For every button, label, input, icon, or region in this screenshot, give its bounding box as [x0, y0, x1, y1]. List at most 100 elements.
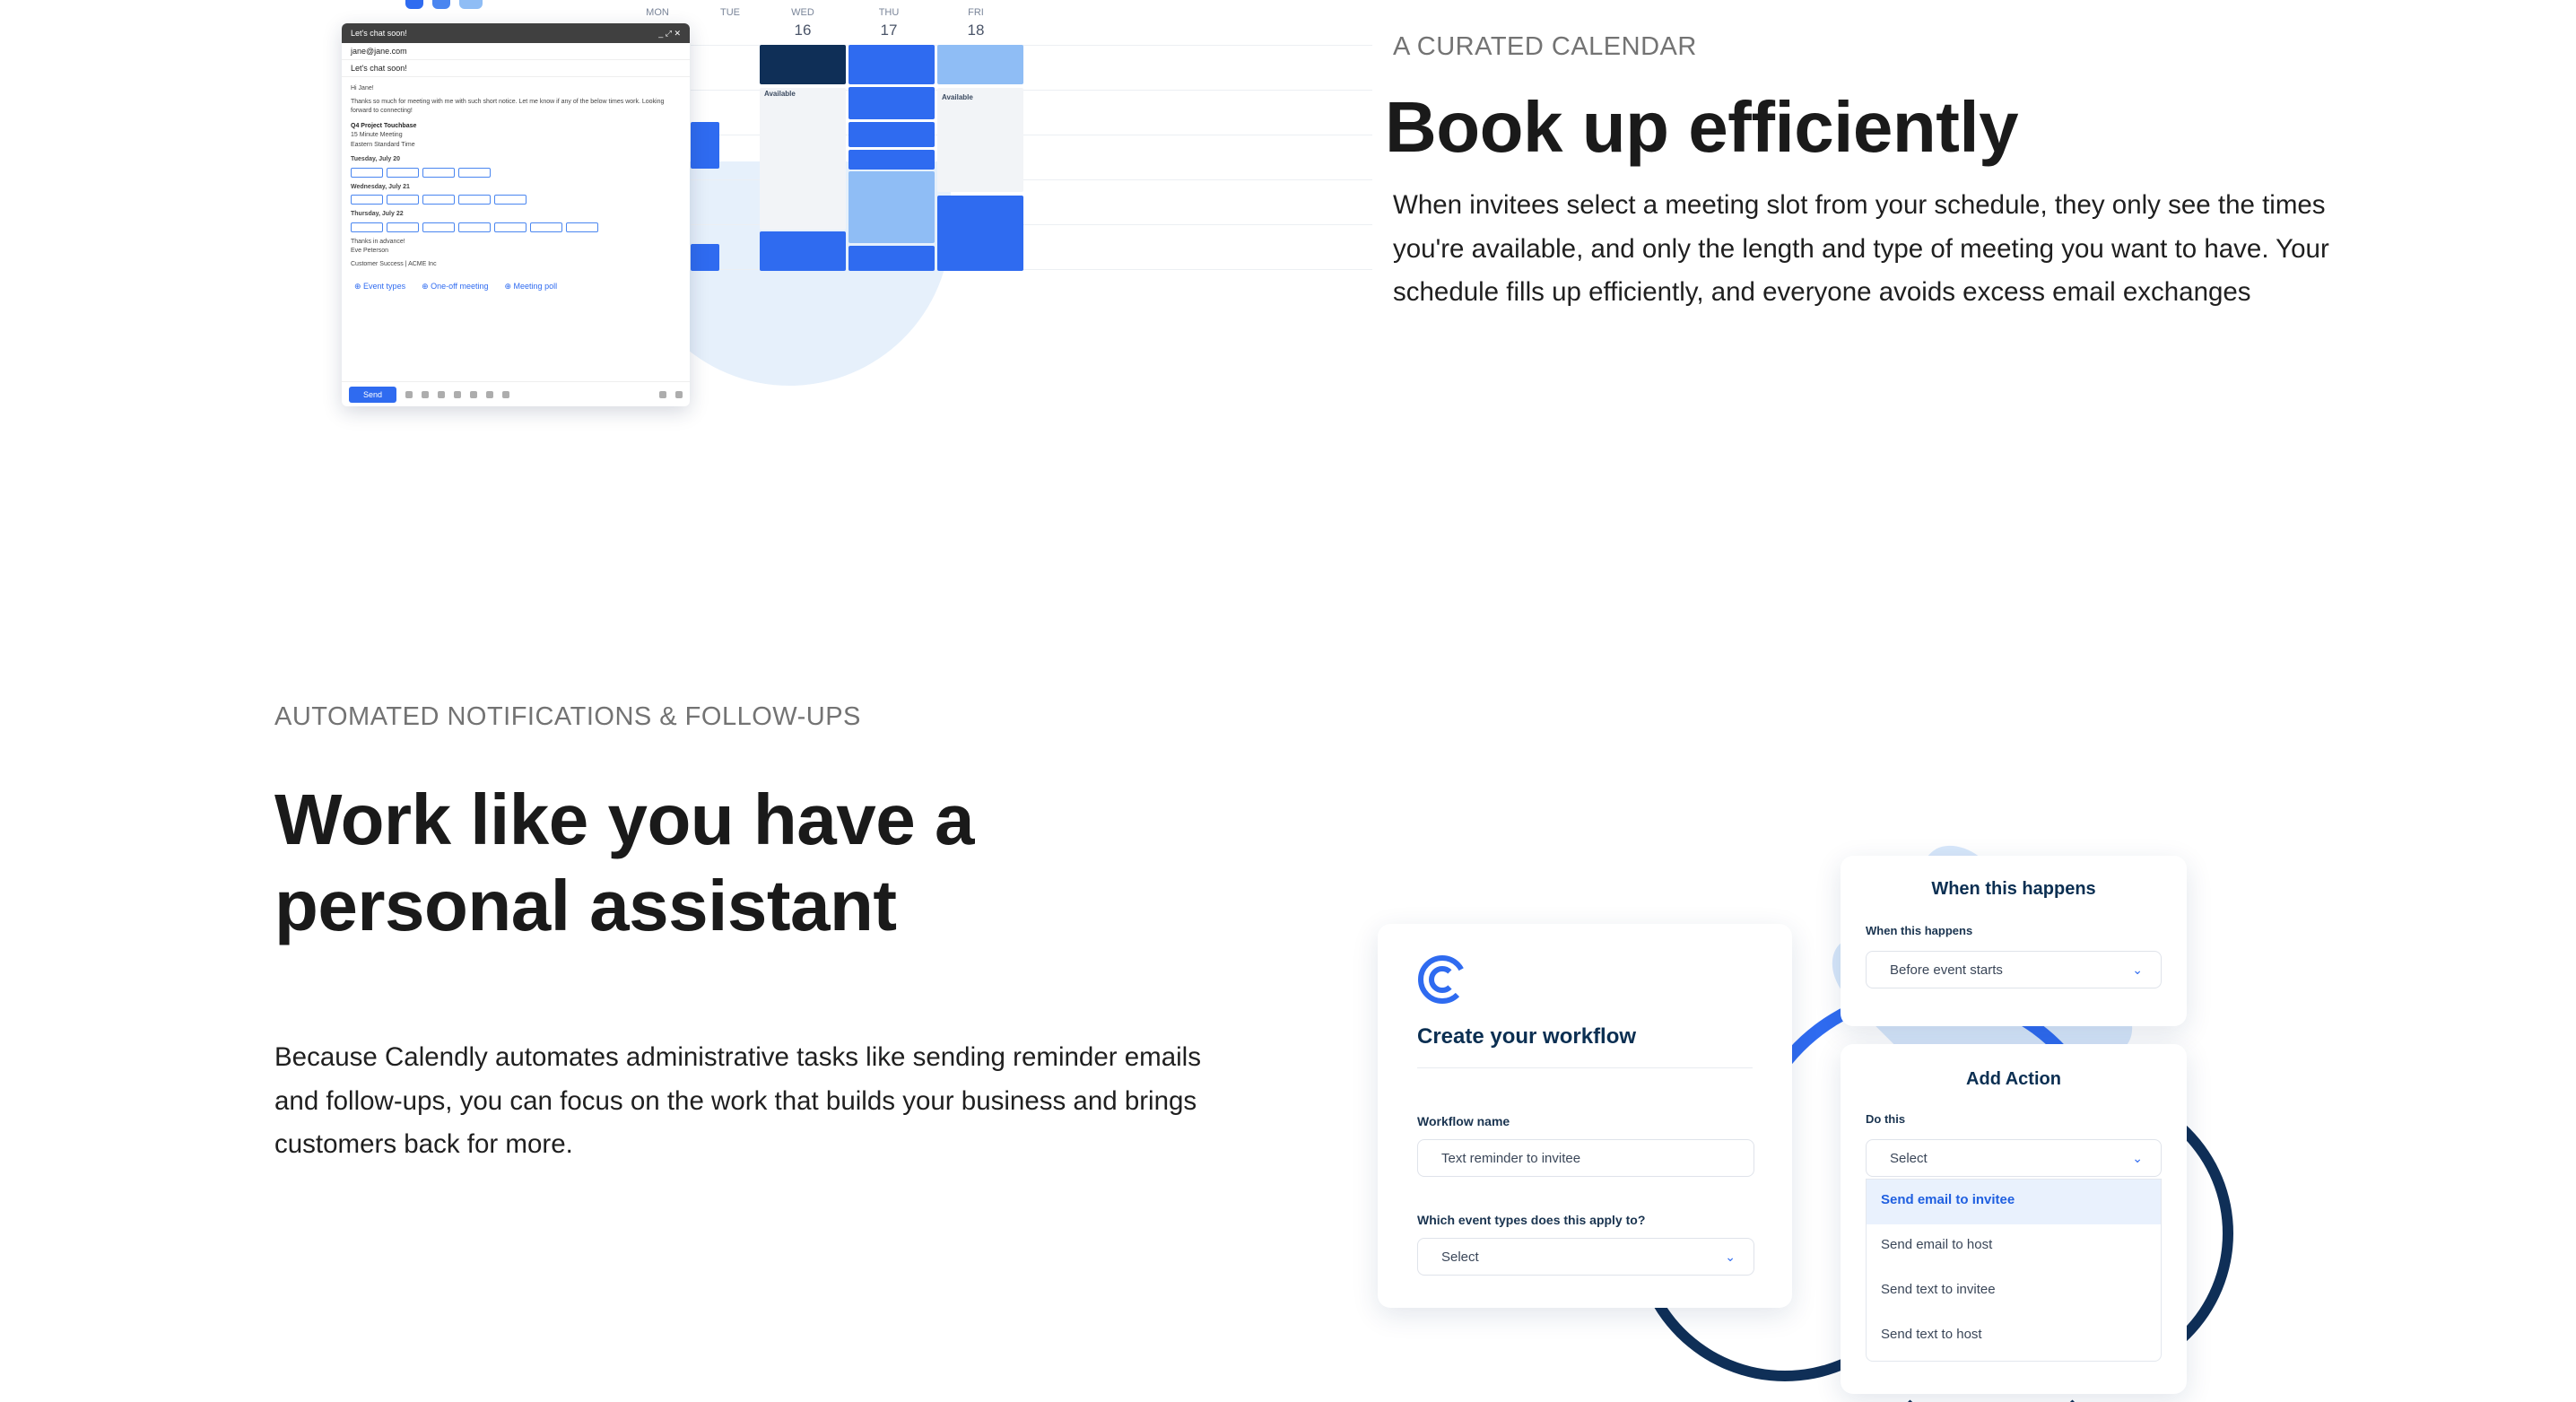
booked-slot — [849, 87, 935, 119]
section-eyebrow: AUTOMATED NOTIFICATIONS & FOLLOW-UPS — [274, 702, 861, 731]
section-heading: Book up efficiently — [1385, 87, 2019, 167]
tab-meeting-poll[interactable]: Meeting poll — [505, 282, 558, 292]
tab-event-types[interactable]: Event types — [354, 282, 405, 292]
available-slot — [760, 88, 846, 196]
section-body: Because Calendly automates administrativ… — [274, 1042, 1201, 1159]
calendar-day-header: WED 16 — [791, 7, 814, 39]
chevron-down-icon: ⌄ — [1725, 1250, 1736, 1264]
email-titlebar: Let's chat soon! _ ⤢ ✕ — [342, 23, 690, 43]
event-meta: Eastern Standard Time — [351, 141, 415, 148]
available-label: Available — [764, 90, 796, 98]
attach-icon[interactable] — [422, 390, 430, 398]
app-icon — [405, 0, 423, 9]
booked-slot — [937, 196, 1023, 271]
time-slot[interactable] — [422, 195, 455, 205]
cloud-icon — [459, 0, 483, 9]
time-slot[interactable] — [387, 222, 419, 232]
card-title: Create your workflow — [1417, 1024, 1637, 1049]
field-label: Workflow name — [1417, 1114, 1510, 1128]
tab-one-off-meeting[interactable]: One-off meeting — [422, 282, 488, 292]
booked-slot — [760, 231, 846, 271]
email-window-title: Let's chat soon! — [351, 29, 407, 38]
event-types-select[interactable]: Select ⌄ — [1417, 1238, 1754, 1276]
time-slot[interactable] — [351, 222, 383, 232]
send-button[interactable]: Send — [349, 386, 397, 403]
time-slot[interactable] — [458, 222, 491, 232]
time-slot[interactable] — [494, 195, 527, 205]
more-icon[interactable] — [659, 390, 666, 398]
section-body: When invitees select a meeting slot from… — [1393, 190, 2329, 307]
time-slot[interactable] — [387, 195, 419, 205]
option-send-email-to-host[interactable]: Send email to host — [1867, 1224, 2161, 1269]
calendar-day-header: THU 17 — [878, 7, 900, 39]
app-icon — [432, 0, 450, 9]
window-controls-icon[interactable]: _ ⤢ ✕ — [658, 29, 681, 38]
available-slot — [760, 194, 846, 230]
action-card: Add Action Do this Select ⌄ Send email t… — [1841, 1044, 2187, 1394]
time-slot[interactable] — [458, 167, 491, 178]
pending-slot — [849, 171, 935, 243]
card-title: Add Action — [1966, 1069, 2061, 1089]
select-value: Select — [1890, 1151, 1928, 1166]
trigger-select[interactable]: Before event starts ⌄ — [1866, 951, 2162, 988]
email-signoff: Thanks in advance! — [351, 238, 405, 245]
time-slot[interactable] — [530, 222, 562, 232]
booked-slot — [849, 150, 935, 170]
pen-icon[interactable] — [502, 390, 510, 398]
create-workflow-card: Create your workflow Workflow name Text … — [1378, 924, 1792, 1308]
time-slot[interactable] — [351, 195, 383, 205]
select-value: Before event starts — [1890, 962, 2003, 978]
image-icon[interactable] — [470, 390, 478, 398]
option-send-text-to-host[interactable]: Send text to host — [1867, 1314, 2161, 1359]
select-value: Select — [1441, 1250, 1479, 1265]
trash-icon[interactable] — [675, 390, 683, 398]
booked-slot — [691, 122, 719, 169]
time-slot-group — [351, 167, 681, 178]
booked-slot — [849, 122, 935, 147]
email-greeting: Hi Jane! — [351, 85, 374, 91]
section-eyebrow: A CURATED CALENDAR — [1393, 32, 1697, 61]
calendly-insert-bar: Event types One-off meeting Meeting poll — [342, 276, 690, 297]
time-slot[interactable] — [422, 222, 455, 232]
email-compose-window: Let's chat soon! _ ⤢ ✕ jane@jane.com Let… — [342, 23, 690, 406]
available-slot — [937, 88, 1023, 192]
format-icon[interactable] — [405, 390, 413, 398]
time-slot[interactable] — [387, 167, 419, 178]
booked-slot — [849, 246, 935, 271]
email-body[interactable]: Hi Jane! Thanks so much for meeting with… — [342, 77, 690, 276]
email-subject-field[interactable]: Let's chat soon! — [342, 60, 690, 77]
event-meta: 15 Minute Meeting — [351, 132, 403, 138]
option-send-email-to-invitee[interactable]: Send email to invitee — [1867, 1180, 2161, 1224]
calendar-day-header: FRI 18 — [967, 7, 985, 39]
email-signoff: Eve Peterson — [351, 248, 389, 254]
available-label: Available — [942, 93, 973, 101]
emoji-icon[interactable] — [454, 390, 462, 398]
field-label: When this happens — [1866, 924, 1973, 937]
booked-slot — [849, 45, 935, 84]
email-to-field[interactable]: jane@jane.com — [342, 43, 690, 60]
field-label: Do this — [1866, 1112, 1906, 1126]
chevron-down-icon: ⌄ — [2132, 1151, 2143, 1165]
lock-icon[interactable] — [486, 390, 494, 398]
link-icon[interactable] — [438, 390, 446, 398]
email-signoff: Customer Success | ACME Inc — [351, 260, 437, 267]
time-slot[interactable] — [566, 222, 598, 232]
email-toolbar: Send — [342, 381, 690, 406]
time-slot[interactable] — [422, 167, 455, 178]
email-intro: Thanks so much for meeting with me with … — [351, 98, 665, 115]
card-title: When this happens — [1931, 879, 2096, 899]
booked-slot — [691, 244, 719, 271]
workflow-illustration: Create your workflow Workflow name Text … — [1363, 780, 2278, 1402]
chevron-down-icon: ⌄ — [2132, 962, 2143, 977]
action-options-list: Send email to invitee Send email to host… — [1866, 1179, 2162, 1362]
time-slot-group — [351, 195, 681, 205]
time-slot[interactable] — [351, 167, 383, 178]
option-send-text-to-invitee[interactable]: Send text to invitee — [1867, 1269, 2161, 1314]
section-heading: Work like you have a personal assistant — [274, 779, 974, 945]
time-slot[interactable] — [494, 222, 527, 232]
pending-slot — [937, 45, 1023, 84]
time-slot[interactable] — [458, 195, 491, 205]
time-slot-group — [351, 222, 681, 232]
workflow-name-input[interactable]: Text reminder to invitee — [1417, 1139, 1754, 1177]
action-select[interactable]: Select ⌄ — [1866, 1139, 2162, 1177]
